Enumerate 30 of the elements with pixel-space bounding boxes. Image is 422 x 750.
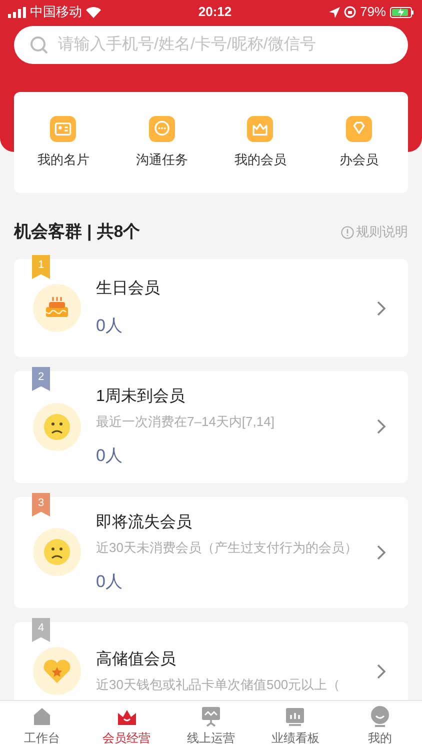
group-description: 近30天钱包或礼品卡单次储值500元以上（ bbox=[96, 676, 342, 694]
group-title: 高储值会员 bbox=[96, 650, 177, 670]
section-divider: | bbox=[87, 221, 92, 244]
carrier-name: 中国移动 bbox=[30, 3, 82, 22]
shortcut-button[interactable]: 我的名片 bbox=[14, 116, 112, 170]
tab-item[interactable]: 会员经营 bbox=[84, 701, 169, 750]
group-description: 近30天未消费会员（产生过支付行为的会员） bbox=[96, 538, 358, 556]
shortcut-button[interactable]: 我的会员 bbox=[211, 116, 310, 170]
clock-time: 20:12 bbox=[198, 3, 232, 22]
tab-item[interactable]: 工作台 bbox=[0, 701, 84, 750]
shortcut-button[interactable]: 办会员 bbox=[310, 116, 408, 170]
rank-ribbon: 4 bbox=[32, 618, 50, 642]
rank-ribbon: 2 bbox=[32, 367, 50, 391]
member-count: 0人 bbox=[96, 570, 124, 592]
member-count: 0人 bbox=[96, 315, 124, 338]
tab-item[interactable]: 线上运营 bbox=[168, 701, 254, 750]
rank-ribbon: 3 bbox=[32, 492, 50, 516]
section-title: 机会客群 bbox=[14, 221, 82, 244]
group-title: 1周未到会员 bbox=[96, 386, 186, 407]
group-count: 共8个 bbox=[96, 221, 140, 244]
group-title: 生日会员 bbox=[96, 278, 161, 300]
group-title: 即将流失会员 bbox=[96, 512, 193, 532]
battery-percent: 79% bbox=[360, 3, 386, 22]
member-count: 0人 bbox=[96, 445, 124, 467]
group-description: 最近一次消费在7–14天内[7,14] bbox=[96, 413, 276, 431]
search-field[interactable]: 请输入手机号/姓名/卡号/昵称/微信号 bbox=[14, 26, 408, 64]
shortcut-button[interactable]: 沟通任务 bbox=[112, 116, 211, 170]
rank-ribbon: 1 bbox=[32, 255, 50, 279]
tab-item[interactable]: 业绩看板 bbox=[253, 701, 338, 750]
tab-item[interactable]: 我的 bbox=[338, 701, 422, 750]
